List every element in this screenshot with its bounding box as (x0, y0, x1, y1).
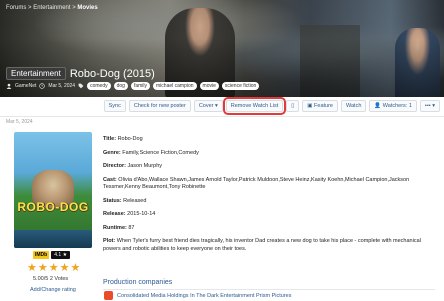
post-date: Mar 5, 2024 (6, 119, 33, 125)
page-title: Robo-Dog (2015) (69, 67, 155, 80)
breadcrumb: Forums > Entertainment > Movies (6, 5, 98, 11)
tag-michael-campion[interactable]: michael campion (153, 82, 197, 90)
feature-button[interactable]: ▣ Feature (302, 100, 338, 112)
tag-comedy[interactable]: comedy (87, 82, 111, 90)
clock-icon (39, 83, 46, 89)
bookmark-icon: ▯ (291, 103, 295, 109)
chevron-down-icon: ▾ (215, 103, 218, 109)
star-icon[interactable]: ★ (27, 263, 37, 274)
detail-title: Title: Robo-Dog (103, 136, 143, 142)
star-icon[interactable]: ★ (60, 263, 70, 274)
tag-science-fiction[interactable]: science fiction (221, 82, 260, 90)
company-logo-icon (104, 291, 113, 300)
star-rating[interactable]: ★ ★ ★ ★ ★ (27, 263, 80, 274)
movie-details: Title: Robo-Dog Genre: Family,Science Fi… (103, 136, 435, 259)
users-icon: 👤 (374, 103, 382, 109)
more-icon: ••• (424, 103, 431, 109)
detail-release: Release: 2015-10-14 (103, 211, 156, 217)
divider (103, 289, 435, 290)
detail-status: Status: Released (103, 197, 147, 204)
poster-title: ROBO-DOG (17, 200, 89, 214)
thread-meta: GameNet Mar 5, 2024 comedy dog family mi… (6, 82, 260, 90)
star-icon[interactable]: ★ (71, 263, 81, 274)
star-icon[interactable]: ★ (49, 263, 59, 274)
feature-icon: ▣ (307, 103, 313, 109)
tag-dog[interactable]: dog (113, 82, 128, 90)
detail-runtime: Runtime: 87 (103, 224, 135, 231)
breadcrumb-forums[interactable]: Forums (6, 5, 26, 11)
hero-banner: Forums > Entertainment > Movies Entertai… (0, 0, 444, 97)
watchers-label: Watchers: 1 (382, 103, 412, 109)
feature-label: Feature (314, 103, 333, 109)
tag-family[interactable]: family (130, 82, 151, 90)
breadcrumb-entertainment[interactable]: Entertainment (33, 5, 70, 11)
remove-watch-list-button[interactable]: Remove Watch List (222, 97, 287, 115)
bookmark-button[interactable]: ▯ (286, 100, 300, 112)
star-icon: ★ (62, 252, 68, 258)
imdb-rating: IMDb 4.1 ★ (33, 251, 71, 259)
watch-button[interactable]: Watch (341, 100, 367, 112)
check-poster-button[interactable]: Check for new poster (128, 100, 191, 112)
imdb-logo: IMDb (33, 251, 50, 259)
tag-icon (78, 83, 84, 89)
star-icon[interactable]: ★ (38, 263, 48, 274)
poster-footer (14, 230, 92, 248)
detail-director: Director: Jason Murphy (103, 163, 162, 169)
author-name[interactable]: GameNet (15, 83, 36, 89)
detail-genre: Genre: Family,Science Fiction,Comedy (103, 149, 199, 156)
detail-plot: Plot: When Tyler's furry best friend die… (103, 238, 421, 252)
more-options-button[interactable]: ••• ▾ (419, 100, 440, 112)
thread-title-bar: Entertainment Robo-Dog (2015) (6, 67, 155, 80)
breadcrumb-movies[interactable]: Movies (77, 5, 97, 11)
production-company-link[interactable]: Consolidated Media Holdings In The Dark … (117, 293, 291, 299)
production-heading: Production companies (103, 279, 173, 286)
add-rating-link[interactable]: Add/Change rating (30, 287, 76, 293)
chevron-down-icon: ▾ (432, 103, 435, 109)
sync-button[interactable]: Sync (103, 100, 126, 112)
tag-movie[interactable]: movie (199, 82, 219, 90)
cover-dropdown[interactable]: Cover ▾ (193, 100, 223, 112)
detail-cast: Cast: Olivia d'Abo,Wallace Shawn,James A… (103, 176, 410, 191)
cover-label: Cover (198, 103, 214, 109)
movie-poster[interactable]: ROBO-DOG (14, 132, 92, 248)
thread-toolbar: Sync Check for new poster Cover ▾ Remove… (0, 97, 444, 115)
thread-date: Mar 5, 2024 (48, 83, 76, 89)
vote-summary: 5.00/5 2 Votes (33, 276, 69, 282)
category-label[interactable]: Entertainment (6, 67, 66, 80)
imdb-score: 4.1 ★ (51, 251, 71, 259)
user-icon (6, 83, 12, 89)
watchers-button[interactable]: 👤 Watchers: 1 (369, 100, 417, 112)
